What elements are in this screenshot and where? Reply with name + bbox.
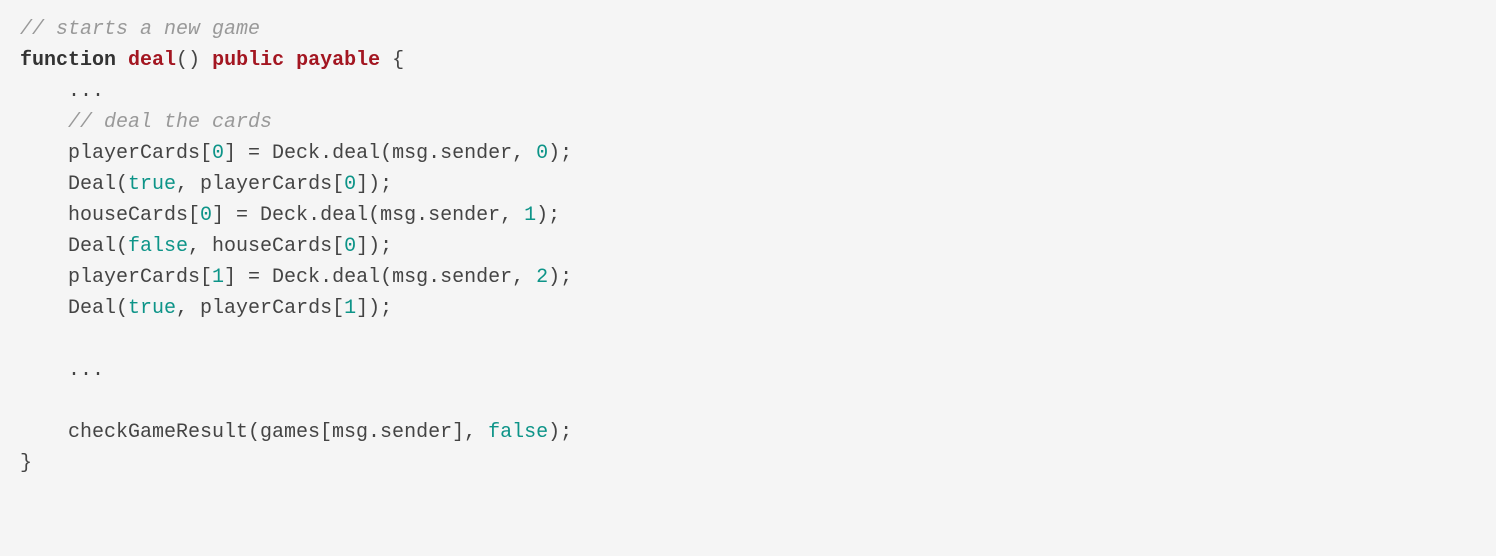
code-token: ); [548,266,572,289]
code-comment: // deal the cards [20,111,272,134]
code-token: houseCards[ [20,204,200,227]
literal: 1 [212,266,224,289]
code-token: ]); [356,297,392,320]
code-token: ] = Deck.deal(msg.sender, [224,266,536,289]
literal: 0 [212,142,224,165]
code-token: , playerCards[ [176,297,344,320]
code-token: Deal( [20,297,128,320]
code-token: ]); [356,173,392,196]
code-token: , playerCards[ [176,173,344,196]
modifier-payable: payable [296,49,380,72]
code-token: ); [548,142,572,165]
code-token: ); [536,204,560,227]
code-comment: // starts a new game [20,18,260,41]
code-token: , houseCards[ [188,235,344,258]
code-token: { [392,49,404,72]
code-token: checkGameResult(games[msg.sender], [20,421,488,444]
literal: 0 [536,142,548,165]
code-token: ... [20,359,104,382]
code-token: } [20,452,32,475]
literal: 1 [344,297,356,320]
literal: false [128,235,188,258]
code-token: ) [188,49,200,72]
literal: 1 [524,204,536,227]
literal: 0 [200,204,212,227]
code-token: Deal( [20,173,128,196]
code-token: ); [548,421,572,444]
code-token: Deal( [20,235,128,258]
literal: false [488,421,548,444]
modifier-public: public [212,49,284,72]
keyword-function: function [20,49,116,72]
code-token: ]); [356,235,392,258]
literal: true [128,297,176,320]
literal: true [128,173,176,196]
literal: 0 [344,235,356,258]
code-token: ] = Deck.deal(msg.sender, [212,204,524,227]
function-name: deal [128,49,176,72]
literal: 2 [536,266,548,289]
code-token: ( [176,49,188,72]
literal: 0 [344,173,356,196]
code-token: ] = Deck.deal(msg.sender, [224,142,536,165]
code-token: ... [20,80,104,103]
code-token: playerCards[ [20,266,212,289]
code-block: // starts a new game function deal() pub… [20,14,1476,479]
code-token: playerCards[ [20,142,212,165]
